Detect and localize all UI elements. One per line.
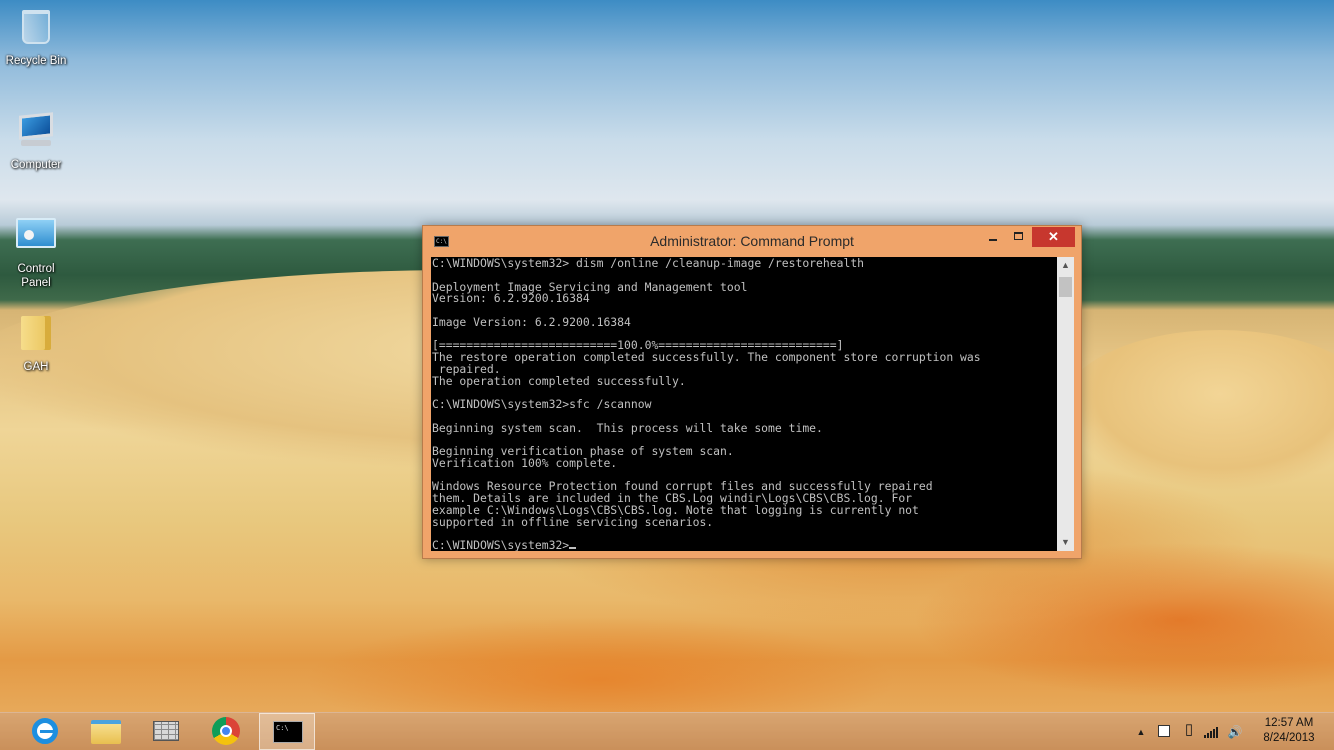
- command-prompt-window: C:\ Administrator: Command Prompt ✕ C:\W…: [422, 225, 1082, 559]
- volume-icon[interactable]: 🔊: [1226, 725, 1244, 739]
- command-prompt-icon: C:\: [273, 721, 303, 743]
- console-text: C:\WINDOWS\system32> dism /online /clean…: [432, 257, 981, 529]
- minimize-button[interactable]: [980, 227, 1006, 247]
- console-output[interactable]: C:\WINDOWS\system32> dism /online /clean…: [431, 257, 1057, 551]
- desktop-icon-label: GAH: [23, 361, 49, 373]
- taskbar-chrome[interactable]: [198, 713, 254, 750]
- text-cursor: [569, 547, 577, 549]
- hill-decoration: [1060, 330, 1334, 490]
- console-prompt: C:\WINDOWS\system32>: [432, 538, 570, 551]
- desktop-icon-control-panel[interactable]: Control Panel: [0, 214, 72, 290]
- computer-icon: [16, 112, 56, 154]
- maximize-button[interactable]: [1006, 227, 1032, 247]
- taskbar-internet-explorer[interactable]: [16, 713, 72, 750]
- network-icon[interactable]: [1204, 726, 1218, 738]
- maximize-icon: [1014, 232, 1023, 240]
- desktop-icon-recycle-bin[interactable]: Recycle Bin: [0, 6, 72, 68]
- scroll-up-arrow-icon[interactable]: ▲: [1057, 257, 1074, 274]
- window-titlebar[interactable]: C:\ Administrator: Command Prompt ✕: [423, 226, 1081, 258]
- file-explorer-icon: [91, 720, 121, 744]
- scrollbar-thumb[interactable]: [1059, 277, 1072, 297]
- vertical-scrollbar[interactable]: ▲ ▼: [1057, 257, 1074, 551]
- taskbar-clock[interactable]: 12:57 AM 8/24/2013: [1254, 716, 1324, 746]
- firewall-icon: [153, 721, 179, 741]
- folder-icon: [16, 316, 56, 356]
- close-icon: ✕: [1048, 229, 1059, 244]
- power-icon[interactable]: ▯: [1182, 722, 1196, 737]
- close-button[interactable]: ✕: [1032, 227, 1075, 247]
- taskbar-firewall[interactable]: [137, 713, 193, 750]
- desktop-icon-label: Computer: [10, 159, 62, 171]
- system-tray: ▲ ▯ 🔊: [1130, 713, 1250, 750]
- action-center-flag-icon[interactable]: [1158, 725, 1170, 737]
- taskbar-file-explorer[interactable]: [77, 713, 133, 750]
- desktop-icon-label: Control Panel: [17, 263, 55, 289]
- recycle-bin-icon: [16, 10, 56, 50]
- control-panel-icon: [16, 218, 56, 258]
- scroll-down-arrow-icon[interactable]: ▼: [1057, 534, 1074, 551]
- internet-explorer-icon: [32, 718, 58, 744]
- clock-time: 12:57 AM: [1264, 717, 1314, 729]
- chrome-icon: [212, 717, 240, 745]
- clock-date: 8/24/2013: [1263, 732, 1315, 744]
- taskbar-command-prompt[interactable]: C:\: [259, 713, 315, 750]
- taskbar: C:\ ▲ ▯ 🔊 12:57 AM 8/24/2013: [0, 712, 1334, 750]
- desktop-icon-label: Recycle Bin: [5, 55, 67, 67]
- show-hidden-icons-button[interactable]: ▲: [1134, 725, 1148, 739]
- desktop-icon-gah[interactable]: GAH: [0, 314, 72, 374]
- desktop-icon-computer[interactable]: Computer: [0, 110, 72, 172]
- minimize-icon: [989, 239, 997, 241]
